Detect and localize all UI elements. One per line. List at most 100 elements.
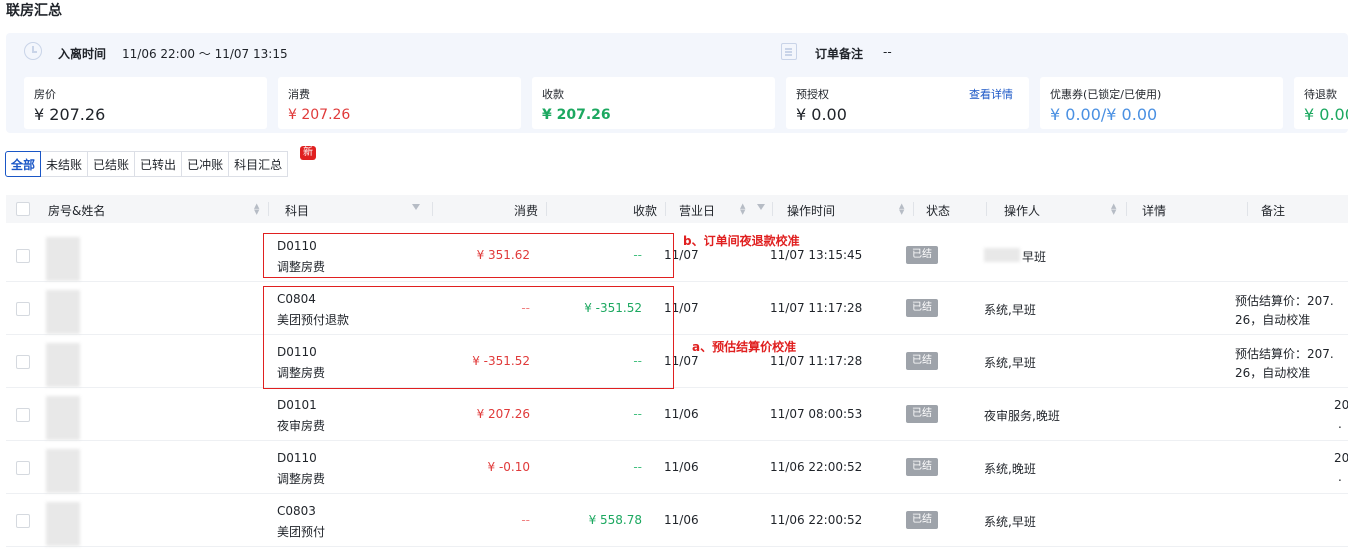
col-consume: 消费	[514, 204, 539, 218]
col-detail: 详情	[1142, 204, 1167, 218]
new-badge: 新	[300, 146, 316, 160]
room-redacted	[46, 396, 80, 440]
table-row[interactable]: D0110 调整房费 ¥ -351.52 -- 11/07 11/07 11:1…	[6, 335, 1348, 388]
table-row[interactable]: D0101 夜审房费 ¥ 207.26 -- 11/06 11/07 08:00…	[6, 388, 1348, 441]
note-icon	[781, 43, 797, 60]
summary-panel: 入离时间 11/06 22:00 ～ 11/07 13:15 订单备注 -- 房…	[6, 33, 1348, 133]
operator: 系统,晚班	[984, 462, 1036, 476]
col-sep	[1247, 202, 1248, 216]
table-row[interactable]: D0110 调整房费 ¥ -0.10 -- 11/06 11/06 22:00:…	[6, 441, 1348, 494]
filter-icon[interactable]	[757, 204, 765, 210]
card-label: 房价	[34, 88, 56, 101]
operator: 夜审服务,晚班	[984, 409, 1060, 423]
tab-unsettled[interactable]: 未结账	[40, 151, 89, 177]
col-sep	[546, 202, 547, 216]
info-row: 入离时间 11/06 22:00 ～ 11/07 13:15 订单备注 --	[6, 33, 1348, 71]
table-row[interactable]: D0110 调整房费 ¥ 351.62 -- 11/07 11/07 13:15…	[6, 229, 1348, 282]
stay-value: 11/06 22:00 ～ 11/07 13:15	[122, 47, 288, 61]
clock-icon	[24, 42, 42, 60]
sort-icon[interactable]: ▲ ▼	[899, 203, 904, 216]
op-time: 11/07 11:17:28	[770, 354, 863, 368]
card-payment: 收款 ¥ 207.26	[532, 77, 775, 129]
op-time: 11/07 11:17:28	[770, 301, 863, 315]
card-label: 预授权	[796, 88, 829, 101]
row-checkbox[interactable]	[16, 355, 30, 369]
tab-transferred[interactable]: 已转出	[134, 151, 183, 177]
col-status: 状态	[926, 204, 951, 218]
card-room-price: 房价 ¥ 207.26	[24, 77, 267, 129]
col-payment: 收款	[633, 204, 658, 218]
annotation-box-a	[263, 286, 674, 389]
sort-icon[interactable]: ▲ ▼	[1111, 203, 1116, 216]
card-value: ¥ 207.26	[288, 107, 351, 123]
status-badge: 已结	[906, 299, 938, 317]
card-value: ¥ 0.00/¥ 0.00	[1050, 105, 1158, 124]
order-note-label: 订单备注	[815, 47, 864, 61]
tab-subject-summary[interactable]: 科目汇总	[228, 151, 289, 177]
operator: 系统,早班	[984, 356, 1036, 370]
card-consume: 消费 ¥ 207.26	[278, 77, 521, 129]
annotation-text-a: a、预估结算价校准	[692, 340, 797, 354]
status-badge: 已结	[906, 511, 938, 529]
filter-icon[interactable]	[412, 204, 420, 210]
sort-icon[interactable]: ▲ ▼	[740, 203, 745, 216]
col-sep	[986, 202, 987, 216]
remark-line1: 预估结算价：207.	[1235, 294, 1334, 308]
row-checkbox[interactable]	[16, 461, 30, 475]
card-coupon: 优惠券(已锁定/已使用) ¥ 0.00/¥ 0.00	[1040, 77, 1283, 129]
col-sep	[772, 202, 773, 216]
payment-value: --	[633, 407, 642, 421]
business-day: 11/06	[664, 460, 699, 474]
annotation-text-b: b、订单间夜退款校准	[683, 234, 800, 248]
operator-redacted	[984, 248, 1020, 262]
sort-icon[interactable]: ▲ ▼	[254, 203, 259, 216]
room-redacted	[46, 237, 80, 281]
table-header: 房号&姓名 ▲ ▼ 科目 消费 收款 营业日 ▲ ▼ 操作时间 ▲ ▼ 状态 操作人 …	[6, 195, 1348, 223]
card-pending-refund: 待退款 ¥ 0.00	[1294, 77, 1348, 129]
payment-value: --	[633, 460, 642, 474]
row-checkbox[interactable]	[16, 408, 30, 422]
op-time: 11/07 13:15:45	[770, 248, 863, 262]
card-value: ¥ 0.00	[1304, 105, 1348, 124]
subject-name: 美团预付	[277, 525, 326, 539]
col-operator: 操作人	[1004, 204, 1041, 218]
card-value: ¥ 207.26	[34, 105, 106, 124]
table-row[interactable]: C0804 美团预付退款 -- ¥ -351.52 11/07 11/07 11…	[6, 282, 1348, 335]
order-note-value: --	[883, 45, 892, 59]
room-redacted	[46, 290, 80, 334]
subject-name: 夜审房费	[277, 419, 326, 433]
col-room: 房号&姓名	[48, 204, 106, 218]
row-checkbox[interactable]	[16, 302, 30, 316]
consume-value: --	[521, 513, 530, 527]
select-all-checkbox[interactable]	[16, 202, 30, 216]
remark-line2: 26，自动校准	[1235, 366, 1311, 380]
row-checkbox[interactable]	[16, 514, 30, 528]
row-checkbox[interactable]	[16, 249, 30, 263]
card-value: ¥ 207.26	[542, 107, 611, 123]
remark-line2: 26，自动校准	[1235, 313, 1311, 327]
remark-line1: 20	[1334, 398, 1348, 412]
remark-line2: .	[1338, 470, 1342, 484]
card-label: 优惠券(已锁定/已使用)	[1050, 88, 1162, 101]
card-label: 消费	[288, 88, 310, 101]
card-value: ¥ 0.00	[796, 105, 847, 124]
remark-line1: 预估结算价：207.	[1235, 347, 1334, 361]
subject-code: D0101	[277, 398, 317, 412]
subject-name: 调整房费	[277, 472, 326, 486]
table-row[interactable]: C0803 美团预付 -- ¥ 558.78 11/06 11/06 22:00…	[6, 494, 1348, 547]
consume-value: ¥ 207.26	[476, 407, 530, 421]
status-badge: 已结	[906, 246, 938, 264]
op-time: 11/06 22:00:52	[770, 460, 863, 474]
op-time: 11/06 22:00:52	[770, 513, 863, 527]
card-label: 待退款	[1304, 88, 1337, 101]
remark-line1: 20	[1334, 451, 1348, 465]
tab-all[interactable]: 全部	[5, 151, 42, 177]
tab-reversed[interactable]: 已冲账	[181, 151, 230, 177]
tab-settled[interactable]: 已结账	[87, 151, 136, 177]
room-redacted	[46, 343, 80, 387]
view-details-link[interactable]: 查看详情	[969, 86, 1013, 102]
status-badge: 已结	[906, 352, 938, 370]
page-title: 联房汇总	[6, 3, 62, 19]
col-sep	[268, 202, 269, 216]
payment-value: ¥ 558.78	[588, 513, 642, 527]
